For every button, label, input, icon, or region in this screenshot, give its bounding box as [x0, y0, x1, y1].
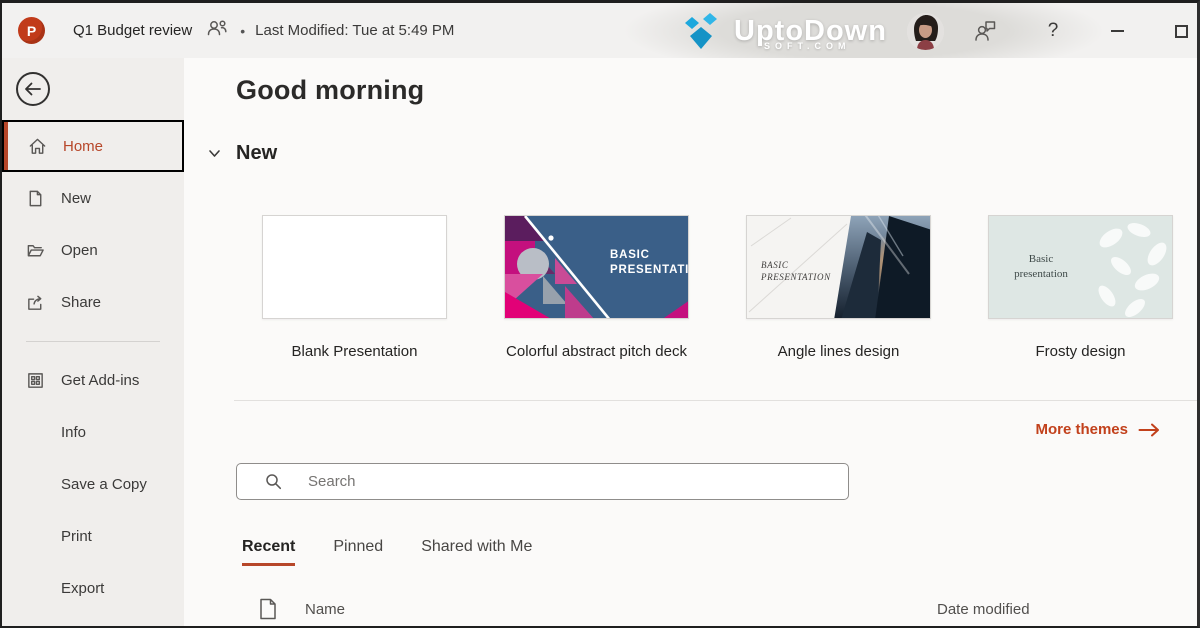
template-blank-presentation[interactable]: Blank Presentation — [262, 215, 447, 360]
backstage-main: Good morning New Blank Presentation — [184, 58, 1197, 626]
thumb-title-line2: PRESENTATION — [760, 272, 831, 282]
template-label: Blank Presentation — [262, 343, 447, 360]
backstage-sidebar: Home New Open Share — [2, 58, 184, 626]
sidebar-item-share[interactable]: Share — [2, 276, 184, 328]
search-input[interactable] — [308, 473, 788, 490]
open-folder-icon — [26, 241, 45, 260]
sidebar-item-info[interactable]: Info — [2, 406, 184, 458]
chevron-down-icon[interactable] — [207, 146, 222, 161]
template-label: Colorful abstract pitch deck — [504, 343, 689, 360]
sidebar-item-label: Info — [61, 424, 86, 441]
template-label: Frosty design — [988, 343, 1173, 360]
files-tabs: Recent Pinned Shared with Me — [242, 538, 532, 566]
sidebar-item-get-add-ins[interactable]: Get Add-ins — [2, 354, 184, 406]
new-section-title: New — [236, 142, 277, 165]
powerpoint-backstage-window: P Q1 Budget review • Last Modified: Tue … — [0, 0, 1200, 628]
date-modified-column-header[interactable]: Date modified — [937, 601, 1030, 618]
sidebar-item-open[interactable]: Open — [2, 224, 184, 276]
uptodown-watermark: UptoDown SOFT.COM — [634, 3, 1104, 58]
template-thumbnail — [262, 215, 447, 319]
minimize-icon[interactable] — [1102, 16, 1132, 46]
name-column-header[interactable]: Name — [305, 601, 345, 618]
maximize-icon[interactable] — [1166, 16, 1196, 46]
sidebar-item-label: Save a Copy — [61, 476, 147, 493]
thumb-title-line2: PRESENTATION — [610, 264, 689, 276]
new-document-icon — [26, 189, 45, 208]
template-angle-lines-design[interactable]: BASIC PRESENTATION Angle lines design — [746, 215, 931, 360]
sidebar-item-label: Print — [61, 528, 92, 545]
thumb-title-line1: Basic — [1029, 253, 1054, 265]
sidebar-item-label: New — [61, 190, 91, 207]
sidebar-item-home[interactable]: Home — [2, 120, 184, 172]
search-bar[interactable] — [236, 463, 849, 500]
template-colorful-abstract-pitch-deck[interactable]: BASIC PRESENTATION Colorful abstract pit… — [504, 215, 689, 360]
help-icon[interactable]: ? — [1038, 16, 1068, 46]
back-button[interactable] — [16, 72, 50, 106]
template-thumbnail: Basic presentation — [988, 215, 1173, 319]
title-separator: • — [240, 23, 245, 39]
greeting-heading: Good morning — [236, 75, 424, 106]
last-modified-text: Last Modified: Tue at 5:49 PM — [255, 22, 454, 39]
thumb-title-line1: BASIC — [610, 249, 650, 261]
template-thumbnail: BASIC PRESENTATION — [746, 215, 931, 319]
user-avatar[interactable] — [907, 13, 944, 50]
template-gallery: Blank Presentation — [262, 215, 1173, 360]
sidebar-item-label: Open — [61, 242, 98, 259]
tab-shared-with-me[interactable]: Shared with Me — [421, 538, 532, 566]
watermark-sub: SOFT.COM — [764, 41, 851, 51]
new-section-header: New — [207, 142, 277, 165]
sidebar-item-label: Share — [61, 294, 101, 311]
sidebar-item-label: Get Add-ins — [61, 372, 139, 389]
sidebar-item-label: Export — [61, 580, 104, 597]
document-icon — [258, 598, 278, 620]
sidebar-item-export[interactable]: Export — [2, 562, 184, 614]
more-themes-label: More themes — [1035, 421, 1128, 438]
sidebar-divider — [26, 341, 160, 342]
thumb-title-line2: presentation — [1014, 268, 1068, 280]
search-icon — [265, 473, 282, 490]
thumb-title-line1: BASIC — [761, 260, 789, 270]
more-themes-link[interactable]: More themes — [1035, 421, 1160, 438]
template-frosty-design[interactable]: Basic presentation Frosty design — [988, 215, 1173, 360]
tab-pinned[interactable]: Pinned — [333, 538, 383, 566]
document-title: Q1 Budget review — [73, 22, 192, 39]
files-table-header: Name Date modified — [184, 596, 1197, 628]
add-ins-icon — [26, 371, 45, 390]
sidebar-item-new[interactable]: New — [2, 172, 184, 224]
share-icon — [26, 293, 45, 312]
powerpoint-app-icon: P — [18, 17, 45, 44]
template-thumbnail: BASIC PRESENTATION — [504, 215, 689, 319]
home-icon — [28, 137, 47, 156]
share-people-icon[interactable] — [206, 19, 228, 42]
sidebar-item-print[interactable]: Print — [2, 510, 184, 562]
feedback-icon[interactable] — [970, 16, 1000, 46]
sidebar-item-save-a-copy[interactable]: Save a Copy — [2, 458, 184, 510]
template-label: Angle lines design — [746, 343, 931, 360]
uptodown-logo-icon — [682, 11, 728, 51]
section-divider — [234, 400, 1197, 401]
arrow-right-icon — [1138, 423, 1160, 437]
sidebar-nav: Home New Open Share — [2, 120, 184, 614]
sidebar-item-label: Home — [63, 138, 103, 155]
watermark-brand: UptoDown — [734, 15, 887, 48]
titlebar: P Q1 Budget review • Last Modified: Tue … — [2, 3, 1197, 58]
tab-recent[interactable]: Recent — [242, 538, 295, 566]
